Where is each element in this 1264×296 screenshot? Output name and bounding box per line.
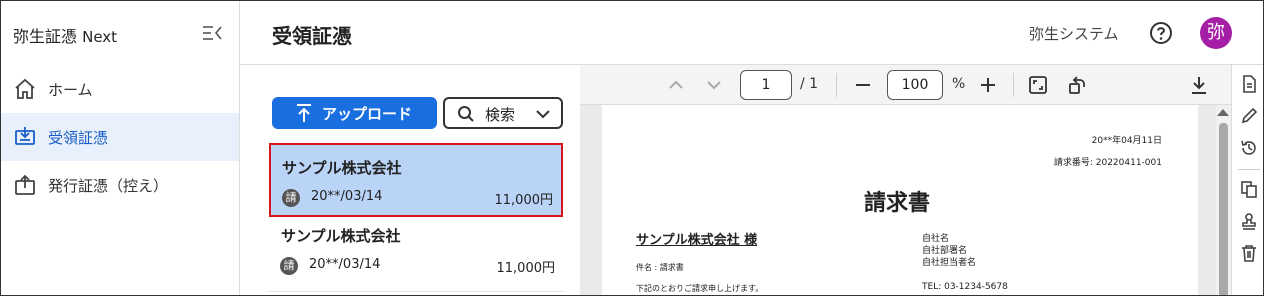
zoom-out-icon[interactable] [853, 75, 873, 95]
next-page-icon[interactable] [704, 75, 724, 95]
document-date: 20**年04月11日 [1091, 136, 1162, 146]
history-icon[interactable] [1240, 139, 1258, 157]
zoom-unit: % [952, 76, 966, 92]
upload-label: アップロード [322, 105, 413, 123]
sidebar-item-issued-vouchers[interactable]: 発行証憑（控え） [1, 161, 239, 209]
search-icon [457, 105, 475, 123]
chevron-down-icon [535, 106, 551, 122]
sidebar-item-home[interactable]: ホーム [1, 65, 239, 113]
right-action-rail [1231, 65, 1263, 295]
page-total: / 1 [800, 76, 819, 92]
stamp-icon[interactable] [1240, 212, 1258, 230]
document-page: 20**年04月11日 請求番号: 20220411-001 請求書 サンプル株… [602, 105, 1198, 295]
voucher-date: 20**/03/14 [309, 257, 381, 272]
list-divider [269, 291, 563, 292]
document-subject: 件名 : 請求書 [636, 263, 684, 272]
vendor-name: サンプル株式会社 [281, 227, 401, 245]
download-icon[interactable] [1189, 75, 1209, 95]
document-details-icon[interactable] [1240, 75, 1258, 93]
company-tel: TEL: 03-1234-5678 [922, 282, 1008, 292]
received-voucher-icon [13, 125, 37, 149]
sidebar-item-label: 受領証憑 [48, 129, 109, 147]
fit-page-icon[interactable] [1028, 75, 1048, 95]
upload-button[interactable]: アップロード [272, 97, 437, 129]
invoice-number: 請求番号: 20220411-001 [1053, 158, 1162, 168]
scrollbar-thumb[interactable] [1219, 123, 1228, 295]
app-window: 弥生証憑 Next ホーム 受領証憑 発行証憑（控え） 受領証憑 弥生システム … [0, 0, 1264, 296]
customer-name: サンプル株式会社 様 [636, 233, 758, 248]
upload-icon [294, 103, 314, 123]
collapse-sidebar-icon[interactable] [202, 23, 224, 43]
organization-name[interactable]: 弥生システム [1029, 23, 1119, 44]
page-header: 受領証憑 弥生システム 弥 [240, 1, 1263, 65]
scroll-up-icon[interactable] [1217, 109, 1229, 116]
sidebar: 弥生証憑 Next ホーム 受領証憑 発行証憑（控え） [1, 1, 240, 295]
toolbar-divider [1013, 73, 1014, 97]
zoom-in-icon[interactable] [978, 75, 998, 95]
page-number-input[interactable]: 1 [740, 70, 792, 100]
sidebar-item-received-vouchers[interactable]: 受領証憑 [1, 113, 239, 161]
vendor-name: サンプル株式会社 [282, 159, 402, 177]
brand-name: 弥生証憑 [13, 27, 78, 46]
invoice-type-badge: 請 [280, 257, 298, 275]
list-item[interactable]: サンプル株式会社 請 20**/03/14 11,000円 [269, 213, 563, 287]
invoice-type-badge: 請 [282, 189, 300, 207]
page-title: 受領証憑 [272, 24, 352, 48]
brand-logo: 弥生証憑 Next [13, 23, 117, 47]
voucher-date: 20**/03/14 [311, 189, 383, 204]
company-person: 自社担当者名 [922, 258, 977, 268]
sidebar-item-label: ホーム [48, 81, 93, 99]
avatar[interactable]: 弥 [1200, 17, 1232, 49]
voucher-amount: 11,000円 [494, 193, 554, 208]
rotate-icon[interactable] [1067, 75, 1087, 95]
previous-page-icon[interactable] [666, 75, 686, 95]
help-icon[interactable] [1149, 21, 1173, 45]
home-icon [13, 77, 37, 101]
delete-icon[interactable] [1240, 244, 1258, 262]
viewer-toolbar: 1 / 1 100 % [580, 65, 1231, 105]
toolbar-divider [836, 73, 837, 97]
edit-icon[interactable] [1240, 107, 1258, 125]
copy-document-icon[interactable] [1240, 180, 1258, 198]
search-dropdown-button[interactable]: 検索 [443, 97, 563, 129]
document-message: 下記のとおりご請求申し上げます。 [636, 284, 764, 293]
issued-voucher-icon [13, 173, 37, 197]
brand-suffix: Next [82, 28, 118, 46]
document-title: 請求書 [864, 191, 931, 216]
voucher-amount: 11,000円 [496, 261, 556, 276]
search-label: 検索 [485, 106, 516, 124]
list-item[interactable]: サンプル株式会社 請 20**/03/14 11,000円 [269, 143, 563, 217]
zoom-input[interactable]: 100 [887, 70, 943, 100]
sidebar-item-label: 発行証憑（控え） [48, 177, 169, 195]
rail-divider [1238, 169, 1260, 170]
